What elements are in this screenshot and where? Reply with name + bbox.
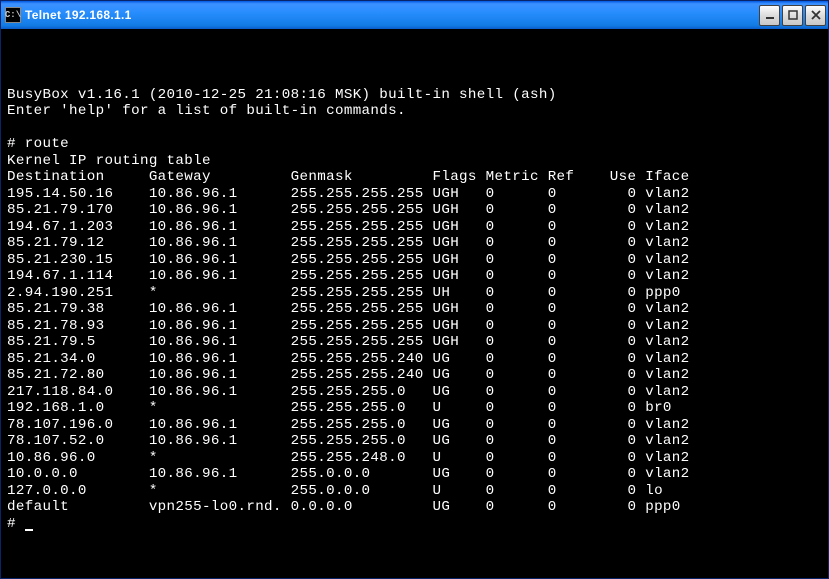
maximize-icon xyxy=(788,10,798,20)
telnet-window: C:\ Telnet 192.168.1.1 BusyBox v1.16.1 (… xyxy=(0,0,829,579)
terminal-area[interactable]: BusyBox v1.16.1 (2010-12-25 21:08:16 MSK… xyxy=(1,29,828,578)
cmd-icon: C:\ xyxy=(5,7,21,23)
terminal-output: BusyBox v1.16.1 (2010-12-25 21:08:16 MSK… xyxy=(7,70,822,532)
minimize-button[interactable] xyxy=(759,5,780,26)
window-controls xyxy=(759,5,826,26)
minimize-icon xyxy=(765,10,775,20)
cursor xyxy=(25,529,33,531)
titlebar[interactable]: C:\ Telnet 192.168.1.1 xyxy=(1,1,828,29)
window-title: Telnet 192.168.1.1 xyxy=(25,8,759,22)
maximize-button[interactable] xyxy=(782,5,803,26)
close-icon xyxy=(811,10,821,20)
close-button[interactable] xyxy=(805,5,826,26)
